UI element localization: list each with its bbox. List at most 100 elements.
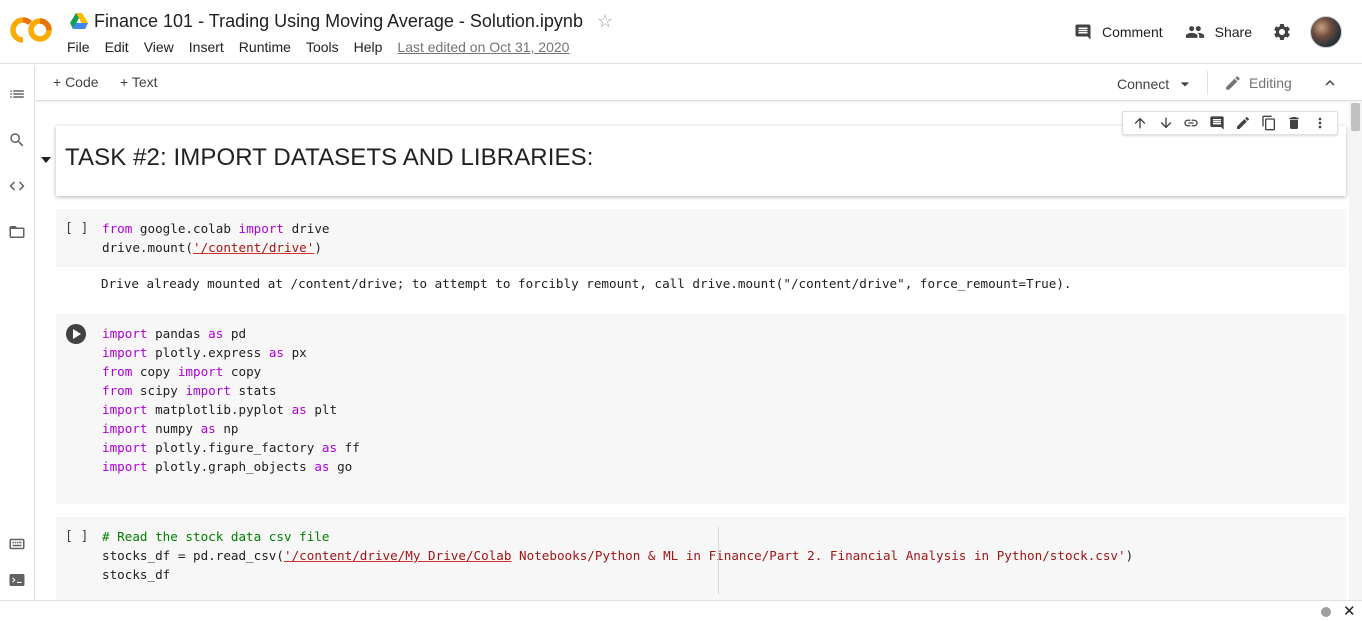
- header: Finance 101 - Trading Using Moving Avera…: [0, 0, 1362, 64]
- menu-view[interactable]: View: [144, 39, 174, 55]
- menu-edit[interactable]: Edit: [105, 39, 129, 55]
- code-cell-imports[interactable]: import pandas as pd import plotly.expres…: [56, 314, 1346, 504]
- share-button[interactable]: Share: [1185, 22, 1252, 42]
- trash-icon[interactable]: [1285, 114, 1303, 132]
- code-token: import: [102, 459, 148, 474]
- code-token: copy: [223, 364, 262, 379]
- colab-logo[interactable]: [10, 14, 54, 46]
- code-token: import: [102, 440, 148, 455]
- arrow-down-icon[interactable]: [1157, 114, 1175, 132]
- menu-file[interactable]: File: [67, 39, 90, 55]
- code-token: plt: [306, 402, 338, 417]
- link-icon[interactable]: [1182, 114, 1200, 132]
- left-sidebar: [0, 65, 35, 600]
- notebook-title[interactable]: Finance 101 - Trading Using Moving Avera…: [94, 11, 583, 32]
- code-editor[interactable]: # Read the stock data csv file stocks_df…: [102, 527, 1133, 584]
- toc-icon[interactable]: [8, 85, 26, 103]
- comment-button[interactable]: Comment: [1074, 23, 1163, 41]
- run-cell-button[interactable]: [66, 324, 86, 344]
- menu-runtime[interactable]: Runtime: [239, 39, 291, 55]
- pencil-icon: [1226, 76, 1240, 90]
- scrollbar[interactable]: [1349, 101, 1362, 600]
- code-token: as: [321, 440, 338, 455]
- comment-label: Comment: [1101, 24, 1163, 40]
- avatar[interactable]: [1310, 16, 1342, 48]
- code-token: pandas: [147, 326, 209, 341]
- arrow-up-icon[interactable]: [1131, 114, 1149, 132]
- code-token: import: [102, 421, 148, 436]
- share-icon: [1185, 26, 1204, 38]
- toolbar-divider: [1207, 71, 1208, 95]
- section-collapse-icon[interactable]: [41, 157, 51, 163]
- add-text-button[interactable]: + Text: [120, 74, 158, 90]
- menu-bar: File Edit View Insert Runtime Tools Help…: [67, 39, 584, 55]
- code-token: scipy: [132, 383, 186, 398]
- star-icon[interactable]: ☆: [597, 11, 613, 32]
- close-icon[interactable]: ✕: [1343, 602, 1356, 620]
- code-token: import: [177, 364, 224, 379]
- code-token: stats: [230, 383, 277, 398]
- cell-output: Drive already mounted at /content/drive;…: [101, 276, 1072, 291]
- code-token: '/content/drive/My Drive/Colab: [283, 548, 512, 563]
- code-editor[interactable]: from google.colab import drive drive.mou…: [102, 219, 330, 257]
- status-indicator: [1321, 607, 1331, 617]
- code-snippets-icon[interactable]: [8, 177, 26, 195]
- code-token: stocks_df = pd.read_csv(: [102, 548, 284, 563]
- code-token: ): [314, 240, 322, 255]
- menu-tools[interactable]: Tools: [306, 39, 339, 55]
- connect-label: Connect: [1117, 76, 1170, 92]
- code-token: # Read the stock data csv file: [102, 529, 330, 544]
- code-token: as: [291, 402, 307, 417]
- code-token: import: [238, 221, 285, 236]
- editing-mode-button[interactable]: Editing: [1224, 74, 1292, 92]
- code-token: as: [268, 345, 284, 360]
- code-token: go: [329, 459, 353, 474]
- code-token: as: [200, 421, 216, 436]
- cell-toolbar: [1122, 111, 1338, 135]
- cell-run-bracket[interactable]: [ ]: [65, 529, 88, 544]
- more-vert-icon[interactable]: [1311, 114, 1329, 132]
- code-token: copy: [132, 364, 178, 379]
- menu-insert[interactable]: Insert: [189, 39, 224, 55]
- code-token: ff: [337, 440, 360, 455]
- code-token: numpy: [147, 421, 201, 436]
- command-palette-icon[interactable]: [8, 535, 26, 553]
- code-token: Notebooks/Python & ML in Finance/Part 2.…: [511, 548, 1126, 563]
- code-token: drive.mount(: [102, 240, 193, 255]
- code-token: import: [102, 326, 148, 341]
- code-token: matplotlib.pyplot: [147, 402, 292, 417]
- last-edited-link[interactable]: Last edited on Oct 31, 2020: [397, 39, 569, 55]
- gear-icon[interactable]: [1272, 22, 1292, 42]
- code-token: as: [314, 459, 330, 474]
- code-token: np: [215, 421, 239, 436]
- code-token: drive: [284, 221, 330, 236]
- scroll-thumb[interactable]: [1351, 103, 1360, 131]
- add-code-button[interactable]: + Code: [53, 74, 99, 90]
- editor-ruler: [718, 527, 719, 594]
- drive-icon[interactable]: [70, 13, 88, 29]
- pencil-icon[interactable]: [1234, 114, 1252, 132]
- code-cell-read-csv[interactable]: [ ] # Read the stock data csv file stock…: [56, 517, 1346, 600]
- code-editor[interactable]: import pandas as pd import plotly.expres…: [102, 324, 360, 476]
- terminal-icon[interactable]: [8, 571, 26, 589]
- files-icon[interactable]: [8, 223, 26, 241]
- code-token: from: [102, 383, 133, 398]
- text-cell[interactable]: TASK #2: IMPORT DATASETS AND LIBRARIES:: [56, 126, 1346, 196]
- code-token: from: [102, 221, 133, 236]
- code-cell-drive-mount[interactable]: [ ] from google.colab import drive drive…: [56, 209, 1346, 267]
- code-token: plotly.figure_factory: [147, 440, 322, 455]
- code-token: plotly.graph_objects: [147, 459, 315, 474]
- share-label: Share: [1214, 24, 1252, 40]
- status-bar: ✕: [0, 600, 1362, 621]
- cell-run-bracket[interactable]: [ ]: [65, 221, 88, 236]
- code-token: plotly.express: [147, 345, 269, 360]
- menu-help[interactable]: Help: [354, 39, 383, 55]
- chevron-up-icon[interactable]: [1321, 74, 1339, 92]
- code-token: pd: [223, 326, 247, 341]
- mirror-cell-icon[interactable]: [1260, 114, 1278, 132]
- connect-button[interactable]: Connect: [1117, 74, 1195, 94]
- comment-icon[interactable]: [1208, 114, 1226, 132]
- code-token: as: [208, 326, 224, 341]
- comment-icon: [1075, 24, 1091, 40]
- search-icon[interactable]: [8, 131, 26, 149]
